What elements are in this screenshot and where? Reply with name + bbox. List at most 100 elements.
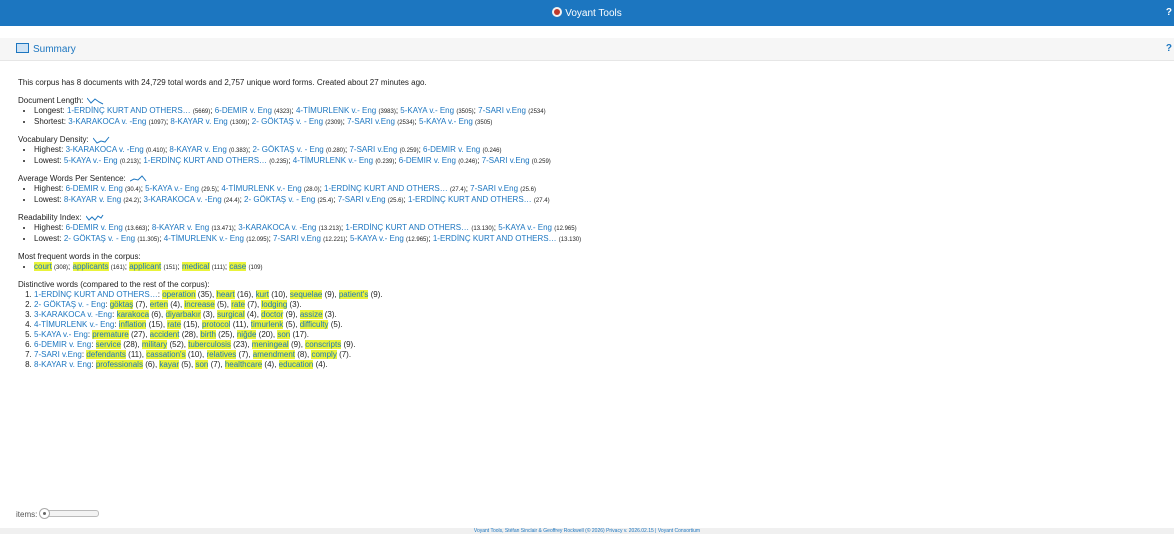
keyword-link[interactable]: lodging <box>261 300 288 309</box>
document-link[interactable]: 5-KAYA v.- Eng <box>350 234 404 243</box>
document-link[interactable]: 6-DEMIR v. Eng <box>423 145 480 154</box>
keyword-link[interactable]: heart <box>216 290 235 299</box>
document-link[interactable]: 4-TİMURLENK v.- Eng <box>296 106 376 115</box>
document-link[interactable]: 1-ERDİNÇ KURT AND OTHERS… <box>324 184 448 193</box>
document-link[interactable]: 7-SARI v.Eng <box>338 195 386 204</box>
keyword-link[interactable]: erten <box>149 300 169 309</box>
keyword-link[interactable]: patient's <box>338 290 369 299</box>
keyword-link[interactable]: operation <box>162 290 196 299</box>
keyword-link[interactable]: rate <box>167 320 182 329</box>
document-link[interactable]: 2- GÖKTAŞ v. - Eng <box>64 234 135 243</box>
document-link[interactable]: 5-KAYA v.- Eng <box>145 184 199 193</box>
document-link[interactable]: 4-TİMURLENK v.- Eng <box>221 184 301 193</box>
keyword-link[interactable]: rate <box>231 300 245 309</box>
keyword-link[interactable]: difficulty <box>299 320 329 329</box>
document-link[interactable]: 8-KAYAR v. Eng <box>170 117 227 126</box>
keyword-link[interactable]: diyarbakır <box>165 310 201 319</box>
document-link[interactable]: 4-TİMURLENK v.- Eng <box>34 320 114 329</box>
keyword-link[interactable]: meningeal <box>251 340 289 349</box>
keyword-link[interactable]: doctor <box>261 310 284 319</box>
keyword-link[interactable]: healthcare <box>224 360 263 369</box>
keyword-link[interactable]: karakoca <box>116 310 150 319</box>
document-link[interactable]: 3-KARAKOCA v. -Eng <box>68 117 146 126</box>
document-link[interactable]: 5-KAYA v.- Eng <box>498 223 552 232</box>
keyword-link[interactable]: tuberculosis <box>188 340 231 349</box>
document-link[interactable]: 3-KARAKOCA v. -Eng <box>66 145 144 154</box>
document-link[interactable]: 1-ERDİNÇ KURT AND OTHERS… <box>143 156 267 165</box>
keyword-link[interactable]: court <box>34 262 52 271</box>
document-link[interactable]: 6-DEMIR v. Eng <box>66 223 123 232</box>
document-link[interactable]: 6-DEMIR v. Eng <box>215 106 272 115</box>
document-link[interactable]: 5-KAYA v.- Eng <box>64 156 118 165</box>
document-link[interactable]: 4-TİMURLENK v.- Eng <box>164 234 244 243</box>
keyword-link[interactable]: kayar <box>159 360 179 369</box>
document-link[interactable]: 3-KARAKOCA v. -Eng <box>34 310 112 319</box>
document-link[interactable]: 7-SARI v.Eng <box>470 184 518 193</box>
keyword-link[interactable]: göktaş <box>109 300 134 309</box>
keyword-link[interactable]: increase <box>184 300 215 309</box>
help-icon[interactable]: ? <box>1166 7 1172 18</box>
document-link[interactable]: 8-KAYAR v. Eng <box>34 360 91 369</box>
document-link[interactable]: 7-SARI v.Eng <box>478 106 526 115</box>
keyword-link[interactable]: military <box>141 340 168 349</box>
panel-title[interactable]: Summary <box>16 43 76 55</box>
keyword-link[interactable]: applicant <box>129 262 162 271</box>
document-link[interactable]: 3-KARAKOCA v. -Eng <box>238 223 316 232</box>
document-link[interactable]: 8-KAYAR v. Eng <box>169 145 226 154</box>
keyword-link[interactable]: protocol <box>201 320 231 329</box>
keyword-link[interactable]: inflation <box>118 320 147 329</box>
keyword-link[interactable]: kurt <box>255 290 269 299</box>
keyword-link[interactable]: professionals <box>95 360 143 369</box>
document-link[interactable]: 5-KAYA v.- Eng <box>34 330 88 339</box>
keyword-link[interactable]: niğde <box>236 330 257 339</box>
document-link[interactable]: 7-SARI v.Eng <box>482 156 530 165</box>
keyword-link[interactable]: comply <box>311 350 337 359</box>
document-link[interactable]: 1-ERDİNÇ KURT AND OTHERS… <box>67 106 191 115</box>
keyword-link[interactable]: relatives <box>206 350 237 359</box>
document-link[interactable]: 7-SARI v.Eng <box>347 117 395 126</box>
keyword-link[interactable]: defendants <box>86 350 126 359</box>
keyword-link[interactable]: accident <box>149 330 180 339</box>
keyword-link[interactable]: premature <box>92 330 129 339</box>
items-slider[interactable] <box>39 508 100 519</box>
document-link[interactable]: 7-SARI v.Eng <box>34 350 82 359</box>
document-link[interactable]: 1-ERDİNÇ KURT AND OTHERS… <box>408 195 532 204</box>
document-link[interactable]: 6-DEMIR v. Eng <box>399 156 456 165</box>
document-link[interactable]: 1-ERDİNÇ KURT AND OTHERS… <box>34 290 158 299</box>
document-link[interactable]: 4-TİMURLENK v.- Eng <box>293 156 373 165</box>
items-slider-handle[interactable] <box>39 508 51 519</box>
document-link[interactable]: 1-ERDİNÇ KURT AND OTHERS… <box>345 223 469 232</box>
document-link[interactable]: 2- GÖKTAŞ v. - Eng <box>34 300 105 309</box>
document-link[interactable]: 7-SARI v.Eng <box>349 145 397 154</box>
keyword-link[interactable]: service <box>95 340 121 349</box>
avg-lowest-docs: 8-KAYAR v. Eng (24.2); 3-KARAKOCA v. -En… <box>63 195 550 204</box>
keyword-link[interactable]: amendment <box>252 350 296 359</box>
keyword-link[interactable]: birth <box>200 330 216 339</box>
keyword-link[interactable]: education <box>278 360 314 369</box>
document-link[interactable]: 8-KAYAR v. Eng <box>64 195 121 204</box>
keyword-link[interactable]: assize <box>299 310 323 319</box>
document-link[interactable]: 2- GÖKTAŞ v. - Eng <box>252 145 323 154</box>
document-link[interactable]: 1-ERDİNÇ KURT AND OTHERS… <box>433 234 557 243</box>
keyword-link[interactable]: applicants <box>72 262 109 271</box>
document-link[interactable]: 2- GÖKTAŞ v. - Eng <box>252 117 323 126</box>
panel-help-icon[interactable]: ? <box>1166 43 1172 54</box>
keyword-link[interactable]: conscripts <box>305 340 342 349</box>
document-link[interactable]: 6-DEMIR v. Eng <box>34 340 91 349</box>
document-link[interactable]: 7-SARI v.Eng <box>273 234 321 243</box>
document-link[interactable]: 5-KAYA v.- Eng <box>419 117 473 126</box>
document-link[interactable]: 5-KAYA v.- Eng <box>400 106 454 115</box>
keyword-link[interactable]: cassation's <box>146 350 186 359</box>
document-link[interactable]: 2- GÖKTAŞ v. - Eng <box>244 195 315 204</box>
document-link[interactable]: 8-KAYAR v. Eng <box>152 223 209 232</box>
document-link[interactable]: 3-KARAKOCA v. -Eng <box>144 195 222 204</box>
keyword-link[interactable]: sequelae <box>289 290 323 299</box>
keyword-link[interactable]: surgical <box>217 310 245 319</box>
app-title[interactable]: Voyant Tools <box>0 7 1174 19</box>
keyword-link[interactable]: son <box>277 330 291 339</box>
keyword-link[interactable]: son <box>195 360 209 369</box>
keyword-link[interactable]: timurlenk <box>250 320 284 329</box>
document-link[interactable]: 6-DEMIR v. Eng <box>66 184 123 193</box>
keyword-link[interactable]: case <box>229 262 247 271</box>
keyword-link[interactable]: medical <box>181 262 210 271</box>
